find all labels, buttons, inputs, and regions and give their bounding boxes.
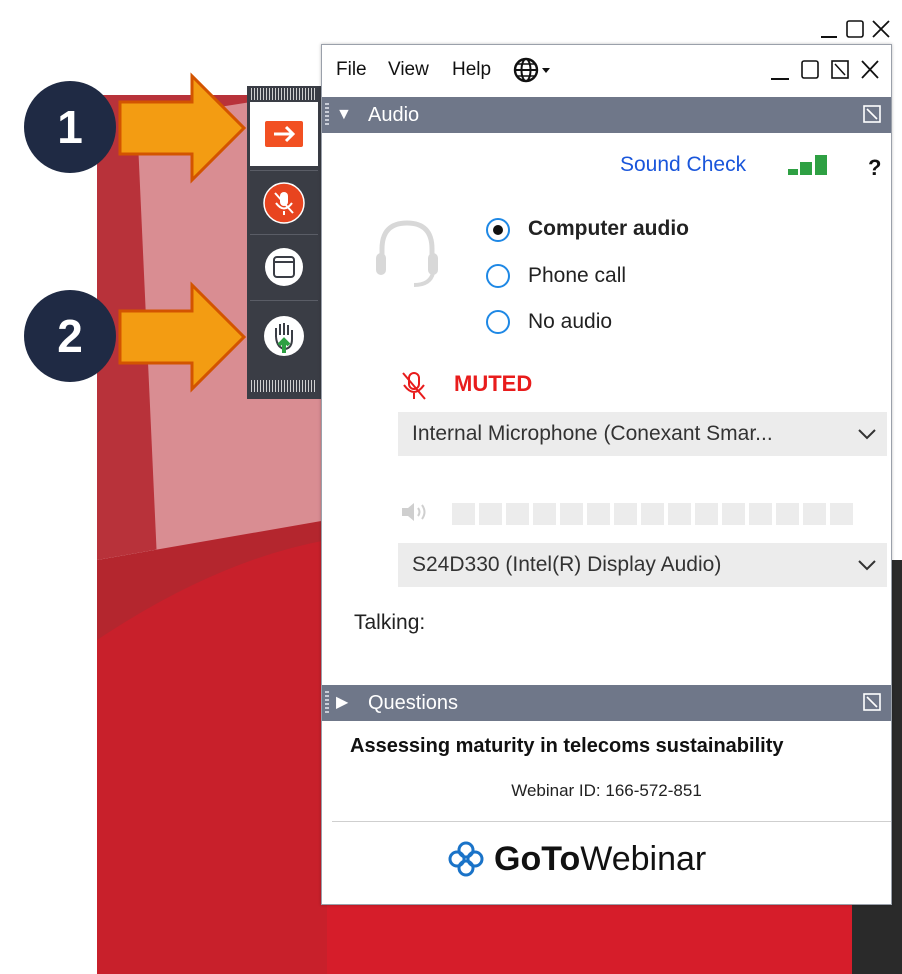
questions-header-title: Questions [368,692,459,714]
hand-raise-icon [264,316,304,356]
popout-icon[interactable] [829,56,851,82]
microphone-muted-icon [263,182,305,224]
level-segment [641,503,664,525]
signal-strength-icon [788,155,827,175]
level-segment [776,503,799,525]
microphone-select[interactable]: Internal Microphone (Conexant Smar... [398,412,887,456]
chevron-down-icon [858,560,876,571]
chevron-down-icon [858,429,876,440]
close-icon[interactable] [870,18,892,40]
raise-hand-button[interactable] [250,304,318,368]
sound-check-link[interactable]: Sound Check [620,153,746,177]
callout-badge-1: 1 [24,81,116,173]
menu-file[interactable]: File [336,59,367,81]
panel-separator [250,300,318,301]
close-icon[interactable] [859,56,881,82]
level-segment [452,503,475,525]
questions-section-header[interactable]: ▶ Questions [322,685,891,721]
help-question-mark[interactable]: ? [868,155,881,181]
maximize-icon[interactable] [799,56,821,82]
window-icon [265,248,303,286]
speaker-icon [402,503,426,521]
level-segment [560,503,583,525]
level-segment [695,503,718,525]
audio-section-header[interactable]: ▼ Audio [322,97,891,133]
headset-icon [376,220,438,287]
speaker-select[interactable]: S24D330 (Intel(R) Display Audio) [398,543,887,587]
maximize-icon[interactable] [844,18,866,40]
section-grip [325,103,329,127]
level-segment [749,503,772,525]
webinar-title: Assessing maturity in telecoms sustainab… [350,735,784,757]
level-segment [479,503,502,525]
audio-header-title: Audio [368,104,420,126]
level-segment [830,503,853,525]
level-segment [803,503,826,525]
audio-window: File View Help ▼ Audio Sound Check ? Com… [321,44,892,905]
phone-call-radio[interactable] [486,264,510,288]
webinar-id: Webinar ID: 166-572-851 [511,781,702,800]
microphone-toggle-button[interactable] [250,171,318,235]
no-audio-label[interactable]: No audio [528,310,612,334]
talking-label: Talking: [354,611,426,634]
callout-badge-2: 2 [24,290,116,382]
microphone-muted-icon[interactable] [400,371,428,401]
level-segment [587,503,610,525]
computer-audio-label[interactable]: Computer audio [528,217,689,241]
level-segment [614,503,637,525]
popout-icon[interactable] [863,693,881,711]
popout-icon[interactable] [863,105,881,123]
speaker-select-value: S24D330 (Intel(R) Display Audio) [412,553,722,576]
speaker-level-meter [452,503,853,525]
outer-window-controls [818,18,892,40]
callout-arrow-2 [118,281,247,393]
panel-grip-top[interactable] [251,88,317,100]
control-panel [247,86,321,399]
gotowebinar-logo: GoTo Webinar [446,837,706,881]
menu-help[interactable]: Help [452,59,491,81]
muted-status: MUTED [454,371,533,396]
microphone-select-value: Internal Microphone (Conexant Smar... [412,422,773,445]
phone-call-label[interactable]: Phone call [528,264,626,288]
panel-grip-bottom[interactable] [251,380,317,392]
globe-icon[interactable] [513,57,555,83]
footer-divider [332,821,891,822]
gotowebinar-logo-icon [448,841,484,877]
collapse-triangle-icon: ▼ [336,106,352,123]
arrow-right-icon [265,121,303,147]
menubar: File View Help [322,45,891,95]
brand-goto: GoTo [494,839,581,878]
menu-view[interactable]: View [388,59,429,81]
computer-audio-radio[interactable] [486,218,510,242]
window-controls [769,56,881,82]
brand-webinar: Webinar [580,839,707,878]
screen-view-button[interactable] [250,235,318,299]
expand-triangle-icon: ▶ [336,694,349,711]
minimize-icon[interactable] [818,18,840,40]
no-audio-radio[interactable] [486,310,510,334]
section-grip [325,691,329,715]
level-segment [722,503,745,525]
expand-panel-button[interactable] [250,102,318,166]
level-segment [533,503,556,525]
callout-arrow-1 [118,72,247,184]
level-segment [506,503,529,525]
minimize-icon[interactable] [769,56,791,82]
level-segment [668,503,691,525]
